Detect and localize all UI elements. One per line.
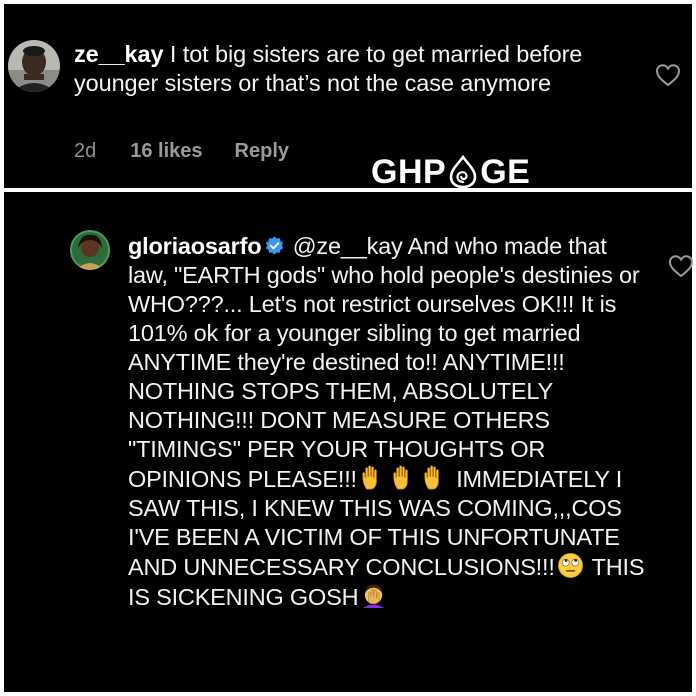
username[interactable]: gloriaosarfo xyxy=(128,233,262,259)
comment-text: @ze__kay And who made that law, "EARTH g… xyxy=(128,233,640,492)
raised-hand-emoji xyxy=(359,464,386,491)
raised-hand-emoji xyxy=(390,464,417,491)
watermark-text: GE xyxy=(480,153,531,191)
facepalm-emoji xyxy=(360,582,387,609)
comment-panel-top: ze__kay I tot big sisters are to get mar… xyxy=(4,4,692,188)
comment-body: ze__kay I tot big sisters are to get mar… xyxy=(74,40,634,98)
avatar[interactable] xyxy=(8,40,60,92)
avatar[interactable] xyxy=(70,230,110,270)
watermark-logo: GHP GE xyxy=(371,154,530,190)
heart-outline-icon[interactable] xyxy=(655,63,681,87)
comment-panel-reply: gloriaosarfo @ze__kay And who made that … xyxy=(4,192,694,692)
watermark-text: GHP xyxy=(371,153,447,191)
verified-badge-icon xyxy=(265,236,284,255)
drop-swirl-icon xyxy=(447,155,479,189)
comment-body: gloriaosarfo @ze__kay And who made that … xyxy=(128,232,648,612)
heart-outline-icon[interactable] xyxy=(668,254,694,278)
likes-count[interactable]: 16 likes xyxy=(130,140,202,163)
username[interactable]: ze__kay xyxy=(74,41,164,67)
timestamp: 2d xyxy=(74,140,97,162)
reply-button[interactable]: Reply xyxy=(235,140,289,163)
raised-hand-emoji xyxy=(421,464,448,491)
comment-meta: 2d 16 likes Reply xyxy=(74,140,289,163)
eye-roll-emoji xyxy=(557,552,584,579)
